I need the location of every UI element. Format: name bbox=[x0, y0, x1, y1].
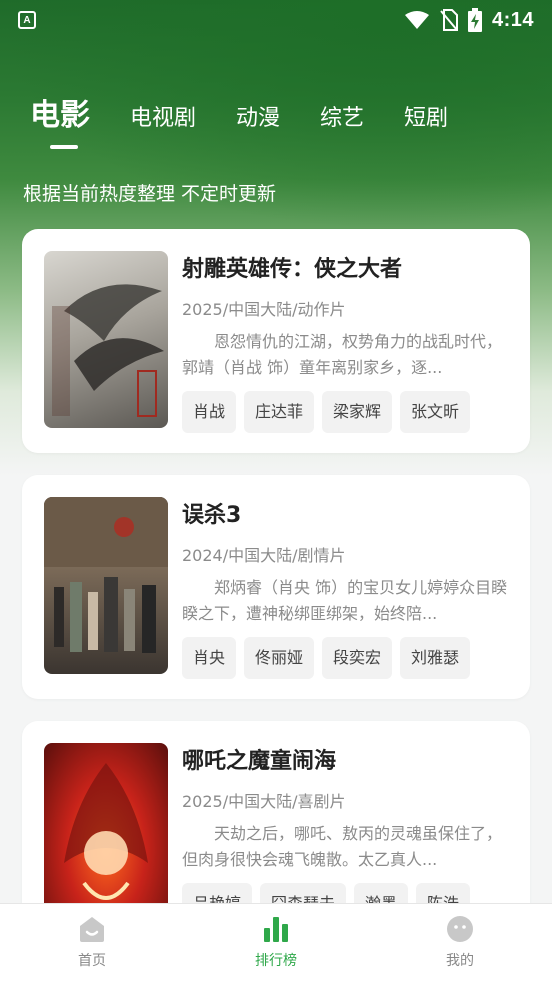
movie-meta: 2025/中国大陆/喜剧片 bbox=[182, 792, 346, 811]
movie-description: 郑炳睿（肖央 饰）的宝贝女儿婷婷众目睽睽之下，遭神秘绑匪绑架，始终陪... bbox=[182, 578, 508, 623]
cast-tag[interactable]: 刘雅瑟 bbox=[400, 637, 471, 679]
movie-poster[interactable] bbox=[44, 251, 168, 428]
movie-title: 误杀3 bbox=[182, 503, 242, 528]
ranking-icon bbox=[264, 917, 288, 942]
tab-anime[interactable]: 动漫 bbox=[236, 100, 280, 132]
nav-profile[interactable]: 我的 bbox=[368, 904, 552, 981]
movie-card[interactable]: 误杀3 2024/中国大陆/剧情片 郑炳睿（肖央 饰）的宝贝女儿婷婷众目睽睽之下… bbox=[22, 475, 530, 699]
status-time: 4:14 bbox=[491, 8, 534, 31]
app-notification-icon: A bbox=[18, 11, 36, 29]
nav-ranking[interactable]: 排行榜 bbox=[184, 904, 368, 981]
movie-meta: 2025/中国大陆/动作片 bbox=[182, 300, 346, 319]
tab-short-drama[interactable]: 短剧 bbox=[404, 100, 448, 132]
movie-title: 射雕英雄传：侠之大者 bbox=[182, 257, 403, 282]
cast-tag[interactable]: 段奕宏 bbox=[322, 637, 393, 679]
movie-poster[interactable] bbox=[44, 497, 168, 674]
cast-tag[interactable]: 佟丽娅 bbox=[244, 637, 315, 679]
cast-tags: 肖央 佟丽娅 段奕宏 刘雅瑟 bbox=[182, 637, 512, 679]
cast-tag[interactable]: 庄达菲 bbox=[244, 391, 315, 433]
battery-charging-icon bbox=[467, 8, 482, 32]
cast-tag[interactable]: 梁家辉 bbox=[322, 391, 393, 433]
movie-poster[interactable] bbox=[44, 743, 168, 920]
nav-home[interactable]: 首页 bbox=[0, 904, 184, 981]
movie-meta: 2024/中国大陆/剧情片 bbox=[182, 546, 346, 565]
tab-tv-series[interactable]: 电视剧 bbox=[130, 100, 196, 132]
movie-card[interactable]: 射雕英雄传：侠之大者 2025/中国大陆/动作片 恩怨情仇的江湖，权势角力的战乱… bbox=[22, 229, 530, 453]
status-bar: A 4:14 bbox=[0, 0, 552, 40]
home-icon bbox=[80, 917, 104, 942]
ranking-subtitle: 根据当前热度整理 不定时更新 bbox=[23, 183, 277, 205]
movie-ranking-list: 射雕英雄传：侠之大者 2025/中国大陆/动作片 恩怨情仇的江湖，权势角力的战乱… bbox=[22, 229, 530, 967]
cast-tags: 肖战 庄达菲 梁家辉 张文昕 bbox=[182, 391, 512, 433]
movie-title: 哪吒之魔童闹海 bbox=[182, 749, 337, 774]
nav-home-label: 首页 bbox=[78, 953, 106, 969]
category-tabs: 电影 电视剧 动漫 综艺 短剧 bbox=[30, 90, 488, 134]
active-tab-indicator bbox=[50, 145, 78, 149]
nav-ranking-label: 排行榜 bbox=[255, 953, 297, 969]
movie-description: 恩怨情仇的江湖，权势角力的战乱时代，郭靖（肖战 饰）童年离别家乡，逐... bbox=[182, 332, 503, 377]
tab-variety[interactable]: 综艺 bbox=[320, 100, 364, 132]
tab-movies[interactable]: 电影 bbox=[30, 90, 90, 134]
cast-tag[interactable]: 张文昕 bbox=[400, 391, 471, 433]
cast-tag[interactable]: 肖央 bbox=[182, 637, 237, 679]
wifi-icon bbox=[404, 11, 429, 29]
nav-profile-label: 我的 bbox=[446, 953, 474, 969]
movie-description: 天劫之后，哪吒、敖丙的灵魂虽保住了，但肉身很快会魂飞魄散。太乙真人... bbox=[182, 824, 503, 869]
profile-icon bbox=[447, 916, 473, 942]
cast-tag[interactable]: 肖战 bbox=[182, 391, 237, 433]
bottom-navigation: 首页 排行榜 我的 bbox=[0, 903, 552, 981]
no-sim-icon bbox=[440, 9, 458, 31]
